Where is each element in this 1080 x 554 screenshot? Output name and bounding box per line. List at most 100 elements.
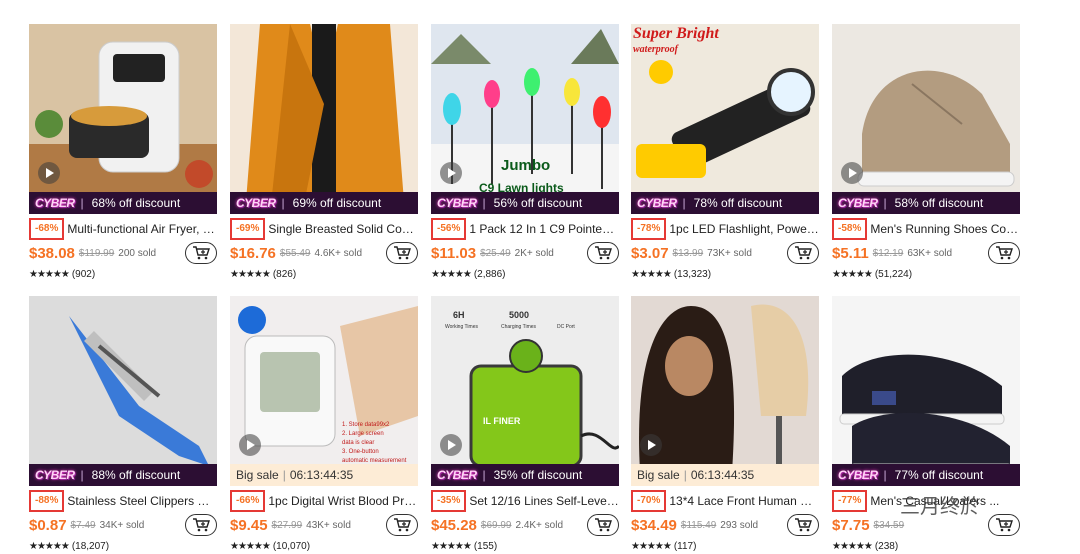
product-image[interactable]: Big sale | 06:13:44:35	[631, 296, 819, 486]
countdown-timer: 06:13:44:35	[289, 468, 354, 482]
discount-badge: -77%	[832, 490, 868, 512]
rating: ★★★★★ (18,207)	[29, 539, 217, 553]
star-rating-icon: ★★★★★	[431, 268, 472, 280]
rating: ★★★★★ (2,886)	[431, 267, 619, 281]
product-image[interactable]: CYBER | 68% off discount	[29, 24, 217, 214]
cart-icon	[795, 246, 812, 260]
banner-separator: |	[281, 196, 285, 210]
add-to-cart-button[interactable]	[386, 514, 418, 536]
spec-label: DC Port	[557, 324, 575, 330]
add-to-cart-button[interactable]	[988, 514, 1020, 536]
product-title[interactable]: 13*4 Lace Front Human Hair ...	[669, 494, 819, 508]
product-image[interactable]: CYBER | 77% off discount	[832, 296, 1020, 486]
review-count: (155)	[473, 540, 498, 552]
product-image[interactable]: 1. Store data99x2 2. Large screen data is …	[230, 296, 418, 486]
product-title[interactable]: 1 Pack 12 In 1 C9 Pointed Bu...	[469, 222, 619, 236]
add-to-cart-button[interactable]	[185, 514, 217, 536]
product-image[interactable]: CYBER | 88% off discount	[29, 296, 217, 486]
product-image[interactable]: 6H Working Times 5000 Charging Times DC Port…	[431, 296, 619, 486]
big-sale-label: Big sale	[637, 468, 680, 482]
discount-badge: -88%	[29, 490, 65, 512]
original-price: $34.59	[873, 519, 905, 531]
star-rating-icon: ★★★★★	[832, 268, 873, 280]
product-card[interactable]: Big sale | 06:13:44:35 -70% 13*4 Lace Fr…	[631, 296, 819, 554]
promo-banner: CYBER | 69% off discount	[230, 192, 418, 214]
product-image[interactable]: CYBER | 58% off discount	[832, 24, 1020, 214]
sale-price: $34.49	[631, 516, 677, 534]
play-video-icon[interactable]	[640, 434, 662, 456]
play-video-icon[interactable]	[440, 434, 462, 456]
big-sale-banner: Big sale | 06:13:44:35	[631, 464, 819, 486]
sold-count: 63K+ sold	[907, 247, 953, 259]
product-title[interactable]: 1pc Digital Wrist Blood Press...	[268, 494, 418, 508]
product-image[interactable]: Jumbo C9 Lawn lights CYBER | 56% off dis…	[431, 24, 619, 214]
product-title[interactable]: Men's Running Shoes Couple...	[870, 222, 1020, 236]
add-to-cart-button[interactable]	[587, 514, 619, 536]
banner-separator: |	[683, 468, 687, 482]
cyber-badge: CYBER	[838, 468, 878, 482]
product-photo	[29, 24, 217, 214]
banner-separator: |	[883, 468, 887, 482]
cart-icon	[394, 246, 411, 260]
banner-separator: |	[883, 196, 887, 210]
add-to-cart-button[interactable]	[386, 242, 418, 264]
sold-count: 73K+ sold	[707, 247, 752, 259]
promo-banner: CYBER | 35% off discount	[431, 464, 619, 486]
discount-banner-text: 88% off discount	[91, 468, 181, 482]
product-title[interactable]: Set 12/16 Lines Self-Levelin...	[469, 494, 619, 508]
banner-separator: |	[482, 196, 486, 210]
original-price: $13.99	[672, 247, 704, 259]
discount-badge: -70%	[631, 490, 667, 512]
product-card[interactable]: Super Bright waterproof CYBER | 78% off …	[631, 24, 819, 281]
add-to-cart-button[interactable]	[185, 242, 217, 264]
product-card[interactable]: 6H Working Times 5000 Charging Times DC Port…	[431, 296, 619, 554]
discount-banner-text: 35% off discount	[493, 468, 583, 482]
product-card[interactable]: 1. Store data99x2 2. Large screen data is …	[230, 296, 418, 553]
add-to-cart-button[interactable]	[787, 242, 819, 264]
sold-count: 293 sold	[720, 519, 759, 531]
product-card[interactable]: Jumbo C9 Lawn lights CYBER | 56% off dis…	[431, 24, 619, 281]
product-card[interactable]: CYBER | 68% off discount -68% Multi-func…	[29, 24, 217, 281]
discount-badge: -78%	[631, 218, 667, 240]
rating: ★★★★★ (51,224)	[832, 267, 1020, 281]
play-video-icon[interactable]	[239, 434, 261, 456]
product-title[interactable]: Single Breasted Solid Coat, C...	[268, 222, 418, 236]
banner-separator: |	[80, 196, 84, 210]
promo-banner: CYBER | 78% off discount	[631, 192, 819, 214]
product-card[interactable]: CYBER | 69% off discount -69% Single Bre…	[230, 24, 418, 281]
cart-icon	[996, 518, 1013, 532]
review-count: (902)	[71, 268, 96, 280]
cart-icon	[193, 518, 210, 532]
product-title[interactable]: 1pc LED Flashlight, Powerful ...	[669, 222, 819, 236]
product-title[interactable]: Multi-functional Air Fryer, Ho...	[67, 222, 217, 236]
product-image[interactable]: Super Bright waterproof CYBER | 78% off …	[631, 24, 819, 214]
discount-badge: -69%	[230, 218, 266, 240]
cyber-badge: CYBER	[35, 468, 75, 482]
svg-text:waterproof: waterproof	[633, 44, 680, 55]
add-to-cart-button[interactable]	[787, 514, 819, 536]
review-count: (2,886)	[473, 268, 506, 280]
product-title[interactable]: Stainless Steel Clippers with L...	[67, 494, 217, 508]
discount-badge: -35%	[431, 490, 467, 512]
sale-price: $16.76	[230, 244, 276, 262]
spec-label: Working Times	[445, 324, 478, 330]
rating: ★★★★★ (902)	[29, 267, 217, 281]
sale-price: $3.07	[631, 244, 669, 262]
product-card[interactable]: CYBER | 58% off discount -58% Men's Runn…	[832, 24, 1020, 281]
banner-separator: |	[282, 468, 286, 482]
add-to-cart-button[interactable]	[988, 242, 1020, 264]
product-card[interactable]: CYBER | 88% off discount -88% Stainless …	[29, 296, 217, 553]
spec-label: Charging Times	[501, 324, 537, 330]
product-image[interactable]: CYBER | 69% off discount	[230, 24, 418, 214]
play-video-icon[interactable]	[38, 162, 60, 184]
rating: ★★★★★ (826)	[230, 267, 418, 281]
play-video-icon[interactable]	[440, 162, 462, 184]
cyber-badge: CYBER	[437, 468, 477, 482]
product-photo: 6H Working Times 5000 Charging Times DC Port…	[431, 296, 619, 486]
original-price: $69.99	[480, 519, 512, 531]
play-video-icon[interactable]	[841, 162, 863, 184]
sold-count: 4.6K+ sold	[314, 247, 363, 259]
promo-banner: CYBER | 56% off discount	[431, 192, 619, 214]
cart-icon	[193, 246, 210, 260]
add-to-cart-button[interactable]	[587, 242, 619, 264]
